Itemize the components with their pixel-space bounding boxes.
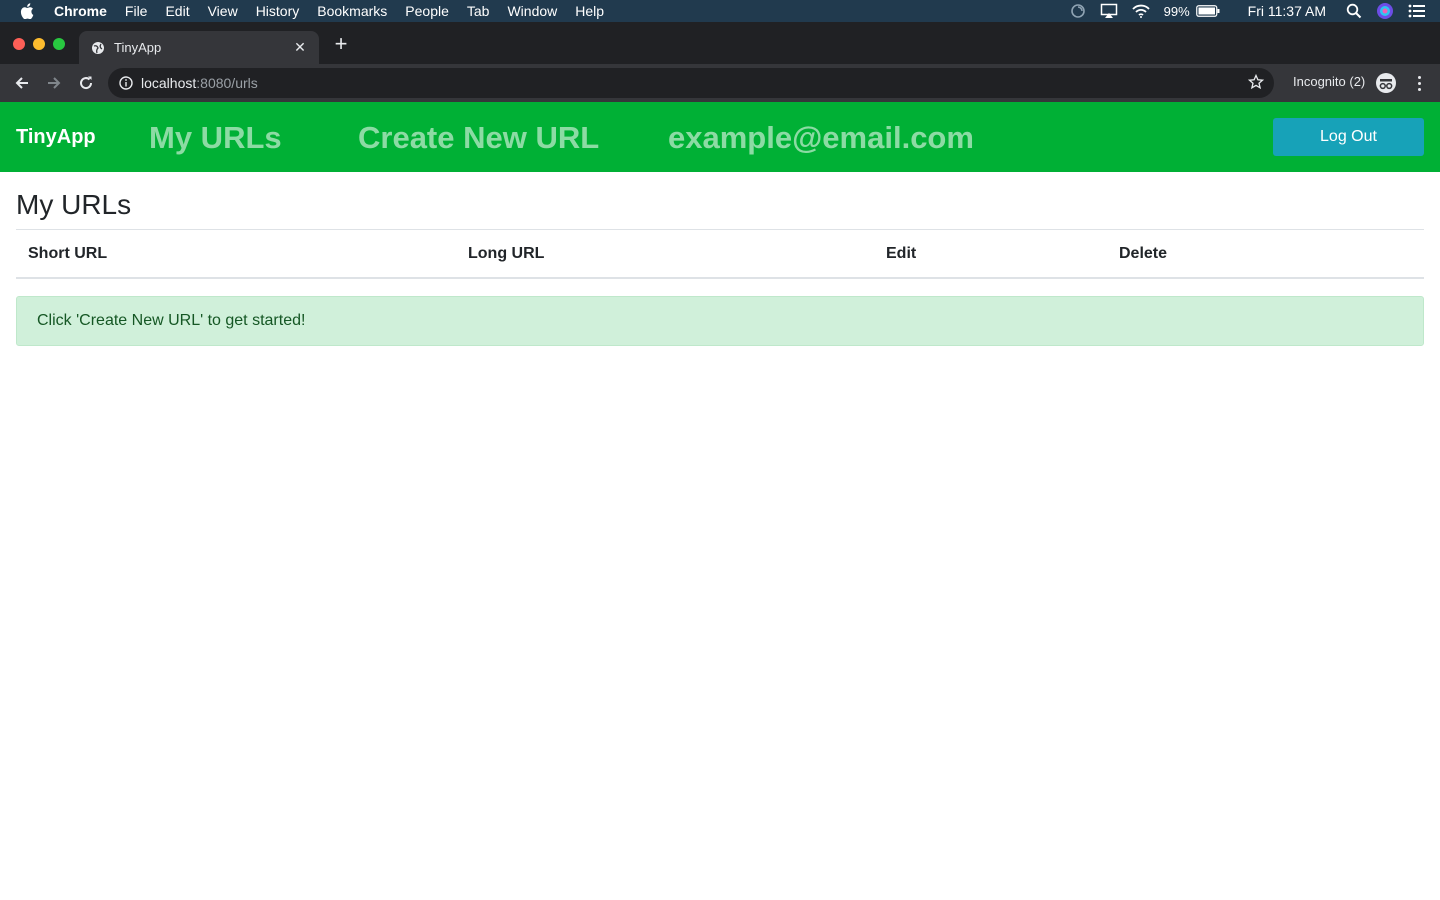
sync-icon[interactable]	[1070, 3, 1086, 19]
menubar-clock[interactable]: Fri 11:37 AM	[1248, 3, 1326, 19]
browser-menu-icon[interactable]	[1409, 72, 1429, 94]
battery-percent: 99%	[1163, 3, 1190, 19]
status-area: 99% Fri 11:37 AM	[1070, 0, 1440, 22]
menu-edit[interactable]: Edit	[165, 0, 189, 22]
url-host: localhost	[141, 75, 197, 91]
tab-title: TinyApp	[114, 40, 162, 55]
window-close-button[interactable]	[13, 38, 25, 50]
bookmark-star-icon[interactable]	[1248, 74, 1264, 90]
browser-tab[interactable]: TinyApp ✕	[79, 31, 319, 64]
url-text[interactable]: localhost:8080/urls	[141, 75, 258, 91]
urls-table-header: Short URL Long URL Edit Delete	[16, 229, 1424, 279]
window-minimize-button[interactable]	[33, 38, 45, 50]
airplay-icon[interactable]	[1100, 3, 1118, 19]
column-header-short-url: Short URL	[28, 245, 108, 262]
browser-toolbar: localhost:8080/urls Incognito (2)	[0, 64, 1440, 102]
menu-view[interactable]: View	[208, 0, 238, 22]
nav-user-email: example@email.com	[668, 120, 974, 155]
page-title: My URLs	[16, 189, 132, 220]
menu-people[interactable]: People	[405, 0, 449, 22]
notification-center-icon[interactable]	[1408, 4, 1426, 18]
siri-icon[interactable]	[1376, 2, 1394, 20]
menu-bookmarks[interactable]: Bookmarks	[317, 0, 387, 22]
window-zoom-button[interactable]	[53, 38, 65, 50]
site-info-icon[interactable]	[119, 76, 133, 90]
spotlight-search-icon[interactable]	[1346, 3, 1362, 19]
empty-state-alert: Click 'Create New URL' to get started!	[16, 296, 1424, 346]
column-header-long-url: Long URL	[468, 245, 545, 262]
apple-icon[interactable]	[20, 3, 36, 19]
menu-chrome[interactable]: Chrome	[54, 0, 107, 22]
incognito-label[interactable]: Incognito (2)	[1293, 74, 1365, 89]
forward-arrow-icon[interactable]	[44, 73, 64, 93]
column-header-edit: Edit	[886, 245, 917, 262]
nav-link-create-new-url[interactable]: Create New URL	[358, 120, 599, 156]
menu-file[interactable]: File	[125, 0, 148, 22]
reload-icon[interactable]	[76, 73, 96, 93]
brand-link[interactable]: TinyApp	[16, 126, 96, 149]
menu-help[interactable]: Help	[575, 0, 604, 22]
back-arrow-icon[interactable]	[12, 73, 32, 93]
incognito-icon[interactable]	[1375, 72, 1397, 94]
wifi-icon[interactable]	[1131, 4, 1150, 18]
logout-button[interactable]: Log Out	[1273, 118, 1424, 156]
column-header-delete: Delete	[1119, 245, 1168, 262]
macos-menu-bar: Chrome File Edit View History Bookmarks …	[0, 0, 1440, 22]
menu-window[interactable]: Window	[507, 0, 557, 22]
menu-tab[interactable]: Tab	[467, 0, 490, 22]
browser-tab-strip: TinyApp ✕ +	[0, 22, 1440, 64]
nav-link-my-urls[interactable]: My URLs	[149, 120, 282, 156]
globe-icon	[91, 41, 105, 55]
battery-icon[interactable]	[1195, 5, 1220, 17]
close-tab-icon[interactable]: ✕	[291, 38, 309, 56]
app-navbar: TinyApp My URLs Create New URL example@e…	[0, 102, 1440, 172]
url-path: :8080/urls	[196, 75, 258, 91]
menu-history[interactable]: History	[256, 0, 300, 22]
new-tab-button[interactable]: +	[330, 33, 352, 56]
address-bar[interactable]: localhost:8080/urls	[108, 68, 1274, 98]
